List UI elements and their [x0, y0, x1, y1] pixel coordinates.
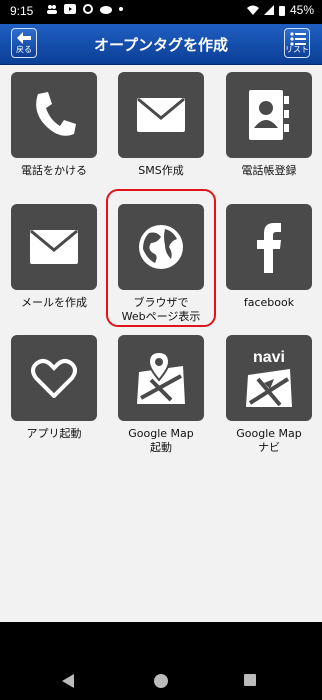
tile-label-line2: Webページ表示 [121, 310, 201, 323]
back-nav-icon[interactable] [62, 674, 74, 688]
mail-icon [30, 230, 78, 264]
tile-label: SMS作成 [138, 164, 184, 177]
tile-facebook[interactable]: facebook [226, 204, 312, 310]
tile-label: 電話帳登録 [241, 164, 297, 177]
tile-label-line1: Google Map [236, 427, 302, 440]
tile-icon-box [11, 204, 97, 290]
tile-contacts[interactable]: 電話帳登録 [226, 72, 312, 178]
list-button[interactable]: リスト [284, 28, 310, 58]
tile-label-line1: ブラウザで [133, 296, 189, 309]
tile-label: Google Map 起動 [118, 427, 204, 455]
page-title: オープンタグを作成 [93, 36, 229, 54]
tile-label-line2: 起動 [150, 441, 172, 454]
map-icon [137, 350, 185, 404]
recents-nav-icon[interactable] [244, 674, 256, 686]
notification-icons [46, 3, 123, 15]
heart-icon [31, 359, 77, 398]
tile-label: メールを作成 [21, 296, 87, 309]
tile-label-line2: ナビ [258, 441, 280, 454]
home-nav-icon[interactable] [154, 674, 168, 688]
battery-percent: 45% [289, 3, 314, 17]
tile-icon-box [118, 72, 204, 158]
wifi-icon [246, 5, 259, 15]
tile-label: アプリ起動 [26, 427, 82, 440]
tile-icon-box: navi [226, 335, 312, 421]
tile-icon-box [118, 335, 204, 421]
tile-icon-box [11, 335, 97, 421]
tile-label-line1: Google Map [128, 427, 194, 440]
tile-app-launch[interactable]: アプリ起動 [11, 335, 97, 441]
navi-map-icon [246, 369, 292, 407]
dot-icon [119, 7, 123, 11]
cloud-icon [100, 6, 112, 14]
tile-icon-box [226, 72, 312, 158]
contacts-icon [249, 90, 289, 140]
tile-google-map-navi[interactable]: navi Google Map ナビ [226, 335, 312, 455]
tile-google-map[interactable]: Google Map 起動 [118, 335, 204, 455]
tile-label: facebook [243, 296, 295, 309]
mail-icon [137, 98, 185, 132]
app-header: 戻る オープンタグを作成 リスト [0, 24, 322, 65]
status-bar: 9:15 45% [0, 0, 322, 24]
tile-label: Google Map ナビ [226, 427, 312, 455]
status-time: 9:15 [10, 4, 34, 18]
people-icon [47, 5, 57, 14]
tile-icon-box [118, 204, 204, 290]
system-nav-bar [0, 622, 322, 700]
tile-email[interactable]: メールを作成 [11, 204, 97, 310]
tile-phone-call[interactable]: 電話をかける [11, 72, 97, 178]
tile-label: ブラウザで Webページ表示 [118, 296, 204, 324]
battery-icon [278, 5, 285, 16]
tile-sms[interactable]: SMS作成 [118, 72, 204, 178]
globe-icon [139, 225, 183, 269]
sync-icon [83, 4, 93, 14]
tile-icon-box [11, 72, 97, 158]
navi-badge: navi [252, 349, 285, 366]
signal-icon [263, 5, 274, 15]
list-button-label: リスト [285, 45, 309, 54]
tile-icon-box [226, 204, 312, 290]
tile-browser[interactable]: ブラウザで Webページ表示 [118, 204, 204, 324]
media-icon [64, 4, 76, 14]
phone-icon [36, 92, 76, 136]
tile-label: 電話をかける [21, 164, 87, 177]
facebook-icon [257, 223, 281, 273]
